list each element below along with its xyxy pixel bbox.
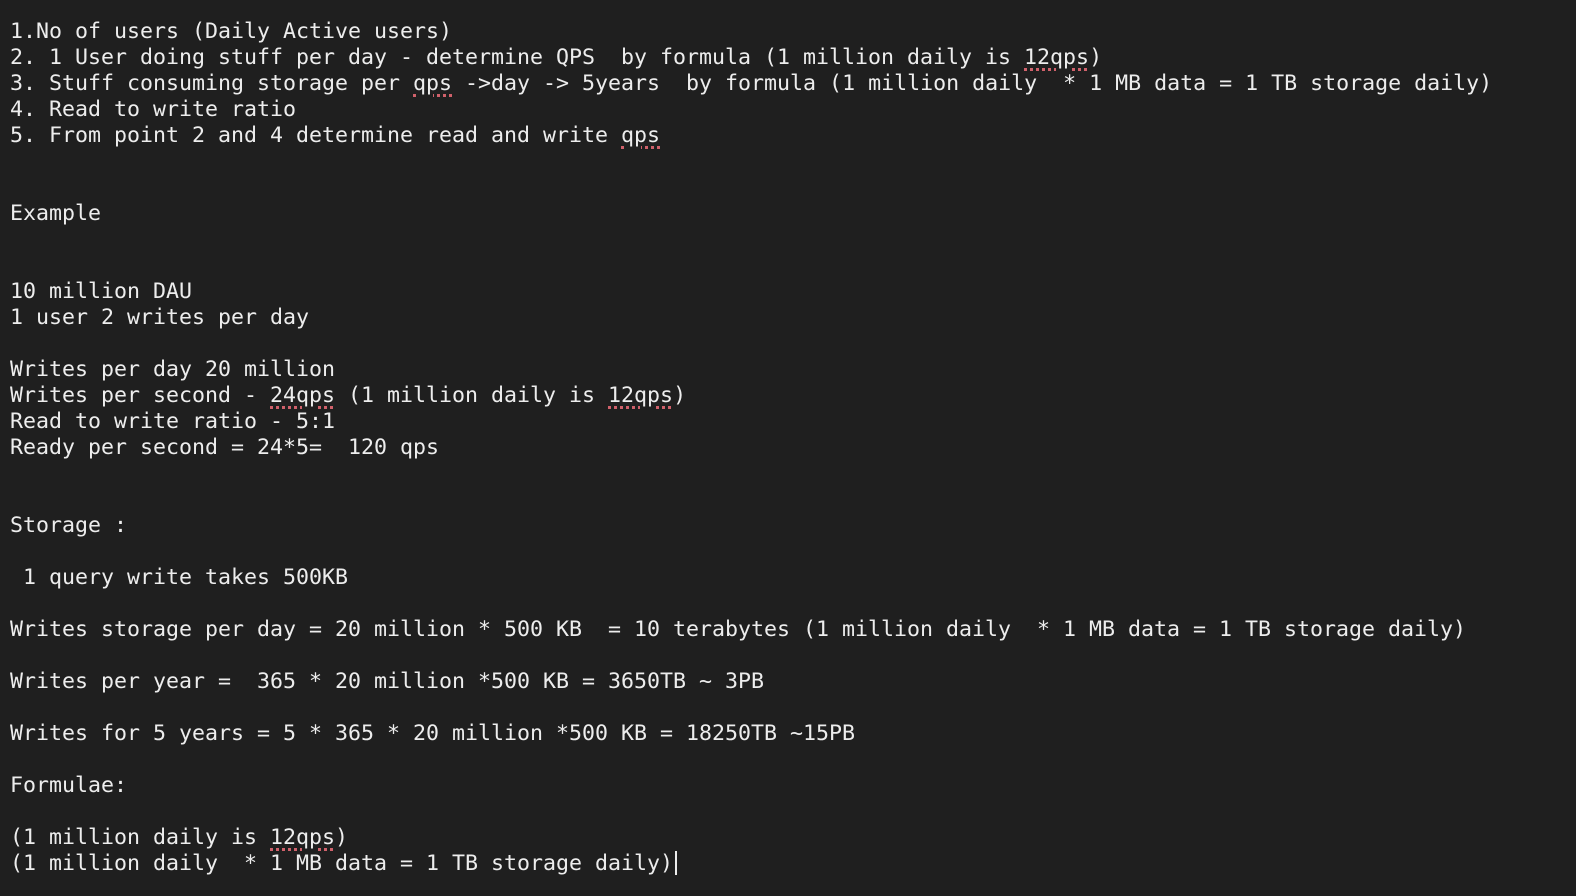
text-segment: (1 million daily * 1 MB data = 1 TB stor… — [10, 851, 674, 876]
blank-line[interactable] — [10, 227, 1576, 253]
text-segment: Writes for 5 years = 5 * 365 * 20 millio… — [10, 721, 856, 746]
misspelled-word: 12qps — [270, 825, 336, 850]
text-line[interactable]: 5. From point 2 and 4 determine read and… — [10, 123, 1576, 149]
text-line[interactable]: (1 million daily * 1 MB data = 1 TB stor… — [10, 851, 1576, 877]
text-segment: Writes storage per day = 20 million * 50… — [10, 617, 1467, 642]
text-line[interactable]: 1.No of users (Daily Active users) — [10, 19, 1576, 45]
blank-line[interactable] — [10, 149, 1576, 175]
text-line[interactable]: 10 million DAU — [10, 279, 1576, 305]
text-line[interactable]: Writes per day 20 million — [10, 357, 1576, 383]
text-segment: 3. Stuff consuming storage per — [10, 71, 414, 96]
text-segment: Example — [10, 201, 102, 226]
text-line[interactable]: Ready per second = 24*5= 120 qps — [10, 435, 1576, 461]
text-line[interactable]: Storage : — [10, 513, 1576, 539]
text-line[interactable]: 2. 1 User doing stuff per day - determin… — [10, 45, 1576, 71]
text-segment: Writes per second - — [10, 383, 271, 408]
text-segment: ->day -> 5years by formula (1 million da… — [452, 71, 1493, 96]
text-segment: Writes per day 20 million — [10, 357, 336, 382]
blank-line[interactable] — [10, 747, 1576, 773]
text-line[interactable]: 3. Stuff consuming storage per qps ->day… — [10, 71, 1576, 97]
blank-line[interactable] — [10, 799, 1576, 825]
misspelled-word: 24qps — [270, 383, 336, 408]
text-segment: ) — [1089, 45, 1103, 70]
text-line[interactable]: Example — [10, 201, 1576, 227]
text-segment: ) — [673, 383, 687, 408]
text-segment: Storage : — [10, 513, 128, 538]
text-line[interactable]: Writes for 5 years = 5 * 365 * 20 millio… — [10, 721, 1576, 747]
text-segment: Writes per year = 365 * 20 million *500 … — [10, 669, 765, 694]
text-line[interactable]: 4. Read to write ratio — [10, 97, 1576, 123]
text-segment: 1 query write takes 500KB — [10, 565, 349, 590]
text-line[interactable]: (1 million daily is 12qps) — [10, 825, 1576, 851]
misspelled-word: qps — [621, 123, 661, 148]
text-segment: 1.No of users (Daily Active users) — [10, 19, 453, 44]
text-line[interactable]: Read to write ratio - 5:1 — [10, 409, 1576, 435]
text-segment: 5. From point 2 and 4 determine read and… — [10, 123, 622, 148]
blank-line[interactable] — [10, 487, 1576, 513]
blank-line[interactable] — [10, 539, 1576, 565]
text-line[interactable]: 1 query write takes 500KB — [10, 565, 1576, 591]
blank-line[interactable] — [10, 695, 1576, 721]
blank-line[interactable] — [10, 253, 1576, 279]
text-cursor — [675, 851, 678, 875]
blank-line[interactable] — [10, 643, 1576, 669]
text-line[interactable]: 1 user 2 writes per day — [10, 305, 1576, 331]
text-segment: 2. 1 User doing stuff per day - determin… — [10, 45, 1025, 70]
misspelled-word: 12qps — [608, 383, 674, 408]
text-line[interactable]: Writes storage per day = 20 million * 50… — [10, 617, 1576, 643]
text-segment: Formulae: — [10, 773, 128, 798]
misspelled-word: 12qps — [1024, 45, 1090, 70]
blank-line[interactable] — [10, 591, 1576, 617]
text-line[interactable]: Writes per year = 365 * 20 million *500 … — [10, 669, 1576, 695]
blank-line[interactable] — [10, 331, 1576, 357]
text-segment: 4. Read to write ratio — [10, 97, 297, 122]
text-line[interactable]: Writes per second - 24qps (1 million dai… — [10, 383, 1576, 409]
text-segment: (1 million daily is — [10, 825, 271, 850]
text-segment: 10 million DAU — [10, 279, 193, 304]
misspelled-word: qps — [413, 71, 453, 96]
text-editor[interactable]: 1.No of users (Daily Active users) 2. 1 U… — [0, 0, 1576, 896]
blank-line[interactable] — [10, 461, 1576, 487]
text-segment: Read to write ratio - 5:1 — [10, 409, 336, 434]
text-segment: 1 user 2 writes per day — [10, 305, 310, 330]
text-segment: ) — [335, 825, 349, 850]
text-segment: Ready per second = 24*5= 120 qps — [10, 435, 440, 460]
text-line[interactable]: Formulae: — [10, 773, 1576, 799]
blank-line[interactable] — [10, 175, 1576, 201]
text-segment: (1 million daily is — [335, 383, 609, 408]
